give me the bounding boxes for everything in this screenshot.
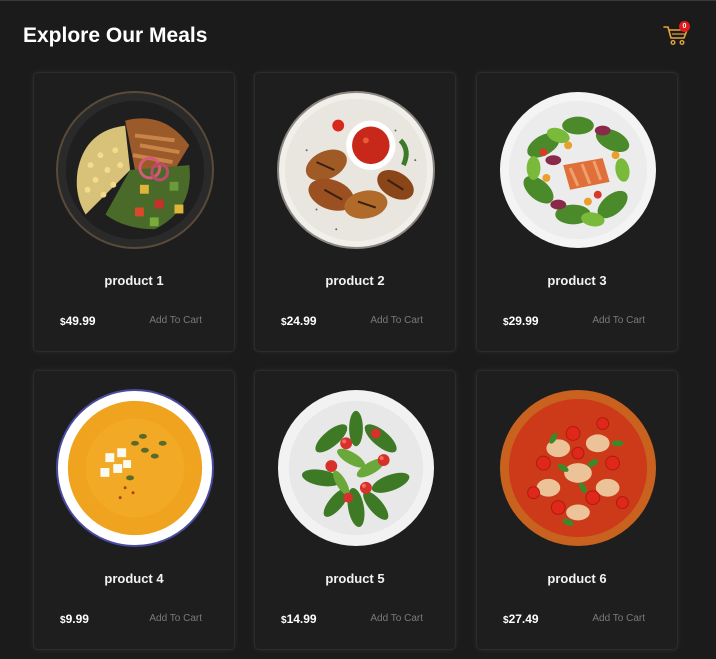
product-card: product 6 $27.49 Add To Cart (476, 370, 678, 650)
pumpkin-soup-image (56, 389, 214, 547)
price-value: 14.99 (286, 612, 317, 626)
product-price: $24.99 (281, 314, 317, 328)
product-card: product 1 $49.99 Add To Cart (33, 72, 235, 352)
add-to-cart-button[interactable]: Add To Cart (370, 315, 423, 326)
product-price: $29.99 (503, 314, 539, 328)
price-value: 29.99 (508, 314, 539, 328)
cart-button[interactable]: 0 (663, 21, 690, 47)
add-to-cart-button[interactable]: Add To Cart (592, 613, 645, 624)
product-name: product 1 (104, 273, 164, 288)
add-to-cart-button[interactable]: Add To Cart (592, 315, 645, 326)
product-price: $49.99 (60, 314, 96, 328)
product-name: product 3 (547, 273, 607, 288)
cart-count-badge: 0 (679, 21, 690, 32)
product-card: product 4 $9.99 Add To Cart (33, 370, 235, 650)
add-to-cart-button[interactable]: Add To Cart (370, 613, 423, 624)
menu-page: Explore Our Meals 0 product 1 $49.99 Add… (0, 0, 716, 659)
add-to-cart-button[interactable]: Add To Cart (149, 613, 202, 624)
grilled-chicken-wings-image (277, 91, 435, 249)
page-title: Explore Our Meals (23, 24, 208, 47)
green-salad-image (277, 389, 435, 547)
header: Explore Our Meals 0 (23, 21, 698, 53)
product-price: $9.99 (60, 612, 89, 626)
product-name: product 6 (547, 571, 607, 586)
price-value: 9.99 (65, 612, 89, 626)
product-name: product 5 (325, 571, 385, 586)
product-card: product 2 $24.99 Add To Cart (254, 72, 456, 352)
product-price: $14.99 (281, 612, 317, 626)
product-name: product 4 (104, 571, 164, 586)
product-card: product 5 $14.99 Add To Cart (254, 370, 456, 650)
product-name: product 2 (325, 273, 385, 288)
margherita-pizza-image (499, 389, 657, 547)
price-value: 49.99 (65, 314, 96, 328)
salmon-salad-image (499, 91, 657, 249)
price-value: 27.49 (508, 612, 539, 626)
product-card: product 3 $29.99 Add To Cart (476, 72, 678, 352)
add-to-cart-button[interactable]: Add To Cart (149, 315, 202, 326)
chicken-corn-rice-bowl-image (56, 91, 214, 249)
product-price: $27.49 (503, 612, 539, 626)
price-value: 24.99 (286, 314, 317, 328)
